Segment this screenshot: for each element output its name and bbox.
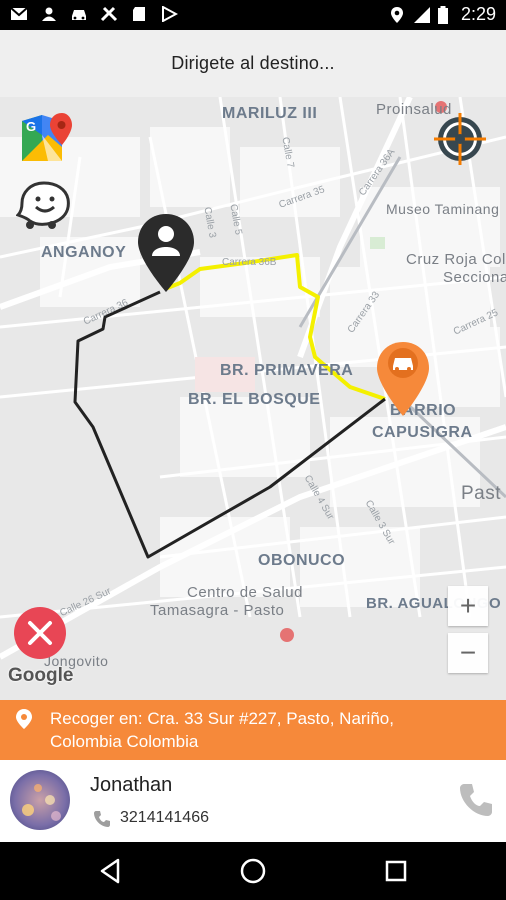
location-icon bbox=[389, 6, 405, 24]
pickup-address-bar: Recoger en: Cra. 33 Sur #227, Pasto, Nar… bbox=[0, 700, 506, 760]
cancel-trip-button[interactable] bbox=[13, 606, 67, 660]
tools-icon bbox=[100, 6, 118, 22]
map-label-obonuco: OBONUCO bbox=[258, 552, 346, 569]
back-button[interactable] bbox=[96, 856, 126, 886]
phone-call-icon bbox=[460, 784, 492, 816]
map-label-tamasagra: Tamasagra - Pasto bbox=[150, 602, 285, 619]
street-carrera-36b: Carrera 36B bbox=[222, 257, 277, 268]
google-maps-button[interactable]: G bbox=[18, 111, 72, 165]
location-pin-icon bbox=[15, 708, 33, 730]
map-label-anganoy: ANGANOY bbox=[41, 244, 127, 261]
pickup-address-line-1: Recoger en: Cra. 33 Sur #227, Pasto, Nar… bbox=[50, 709, 394, 728]
driver-car-marker[interactable] bbox=[375, 340, 431, 418]
map-label-museo: Museo Taminang bbox=[386, 201, 500, 217]
map-label-bosque: BR. EL BOSQUE bbox=[188, 391, 321, 408]
map-label-cruzroja: Cruz Roja Colo bbox=[406, 251, 506, 268]
map-label-mariluz: MARILUZ III bbox=[222, 105, 318, 122]
system-nav-bar bbox=[0, 842, 506, 900]
crosshair-icon bbox=[434, 113, 486, 165]
status-bar: 2:29 bbox=[0, 0, 506, 30]
map-label-primavera: BR. PRIMAVERA bbox=[220, 362, 354, 379]
call-driver-button[interactable] bbox=[456, 780, 496, 820]
map-label-seccional: Seccional bbox=[443, 269, 506, 286]
home-circle-icon bbox=[240, 858, 266, 884]
sd-card-icon bbox=[130, 6, 148, 22]
car-pin-icon bbox=[377, 342, 429, 416]
lte-signal-icon bbox=[413, 6, 430, 24]
map-label-centro-salud: Centro de Salud bbox=[187, 584, 303, 601]
driver-name: Jonathan bbox=[90, 774, 173, 796]
waze-button[interactable] bbox=[15, 179, 72, 231]
driver-info-card: Jonathan 3214141466 bbox=[0, 760, 506, 842]
status-time: 2:29 bbox=[460, 4, 496, 24]
user-pin-icon bbox=[138, 214, 194, 292]
back-triangle-icon bbox=[100, 858, 120, 884]
recents-square-icon bbox=[385, 860, 407, 882]
home-button[interactable] bbox=[238, 856, 268, 886]
page-title: Dirigete al destino... bbox=[0, 30, 506, 97]
svg-text:G: G bbox=[26, 119, 36, 134]
recenter-location-button[interactable] bbox=[432, 111, 488, 167]
battery-icon bbox=[437, 5, 453, 24]
recents-button[interactable] bbox=[381, 856, 411, 886]
waze-icon bbox=[15, 181, 70, 229]
zoom-in-button[interactable]: + bbox=[448, 586, 488, 626]
passenger-location-marker[interactable] bbox=[136, 212, 196, 294]
close-icon bbox=[14, 607, 66, 659]
map-label-capusigra: CAPUSIGRA bbox=[372, 424, 473, 441]
driver-avatar[interactable] bbox=[10, 770, 70, 830]
map-label-pasto: Past bbox=[461, 483, 502, 504]
play-store-icon bbox=[160, 5, 179, 23]
map-view[interactable]: MARILUZ III Proinsalud ANGANOY Museo Tam… bbox=[0, 97, 506, 700]
person-icon bbox=[40, 6, 58, 22]
car-notification-icon bbox=[70, 6, 88, 22]
google-maps-icon: G bbox=[22, 113, 72, 161]
zoom-out-button[interactable]: − bbox=[448, 633, 488, 673]
phone-small-icon bbox=[92, 809, 112, 829]
google-logo: Google bbox=[8, 665, 74, 686]
pickup-address-line-2: Colombia Colombia bbox=[50, 732, 199, 751]
driver-phone-number: 3214141466 bbox=[120, 809, 209, 826]
gmail-icon bbox=[10, 6, 28, 22]
